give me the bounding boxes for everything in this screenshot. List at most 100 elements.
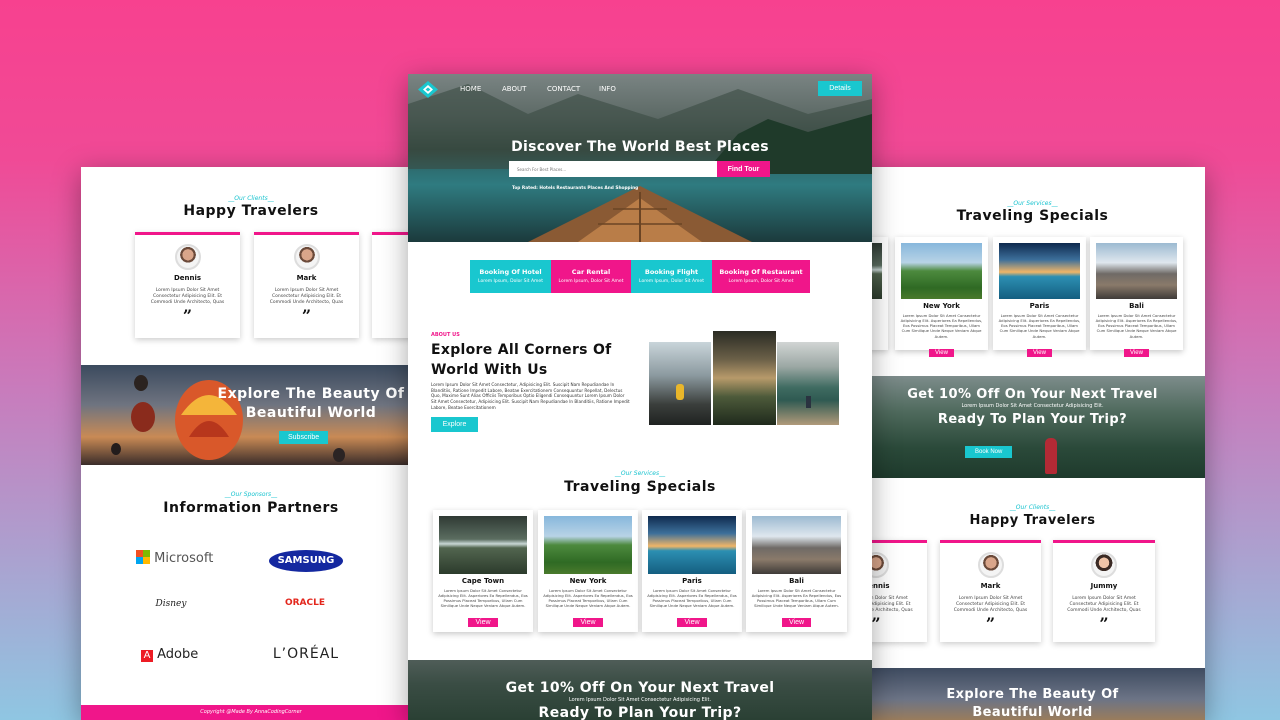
special-text: Lorem Ipsum Dolor Sit Amet Consectetur A… [751,588,842,609]
footer: Copyright @Made By AnnaCodingCorner [81,705,421,720]
client-name: Jummy [1090,582,1118,590]
special-card: Cape Town Lorem Ipsum Dolor Sit Amet Con… [433,510,533,632]
nav-info[interactable]: INFO [599,85,616,93]
nav-about[interactable]: ABOUT [502,85,526,93]
client-text: Lorem Ipsum Dolor Sit Amet Consectetur A… [150,288,225,306]
special-image [901,243,982,299]
special-name: Paris [1029,302,1050,310]
view-button[interactable]: View [781,617,812,627]
special-name: Bali [1129,302,1144,310]
specials-label: __Our Services__ [1007,200,1058,207]
main-page-preview: HOME ABOUT CONTACT INFO Details Discover… [408,74,872,720]
booking-tab-title: Booking Of Hotel [479,268,542,276]
booking-tab-title: Car Rental [571,268,611,276]
offer-banner: Get 10% Off On Your Next Travel Lorem Ip… [408,660,872,720]
about-image-lake [777,342,839,425]
offer-text: Lorem Ipsum Dolor Sit Amet Consectetur A… [961,403,1104,409]
about-text: Lorem Ipsum Dolor Sit Amet Consectetur, … [431,382,630,410]
explore-button[interactable]: Explore [431,417,478,432]
booking-restaurant-tab[interactable]: Booking Of Restaurant Lorem Ipsum, Dolor… [712,260,810,293]
find-tour-button[interactable]: Find Tour [717,161,770,177]
subscribe-button[interactable]: Subscribe [279,431,329,444]
view-button[interactable]: View [1027,348,1052,357]
top-rated-text: Top Rated: Hotels Restaurants Places And… [512,186,639,191]
clients-label: __Our Clients__ [228,195,274,202]
oracle-logo: ORACLE [284,598,326,608]
special-name: Cape Town [461,577,505,585]
partners-title: Information Partners [163,500,339,516]
client-name: Mark [296,274,317,282]
specials-title: Traveling Specials [564,479,716,495]
avatar [1091,552,1117,578]
disney-logo: Disney [155,599,187,609]
special-name: Paris [682,577,702,585]
offer-title2: Ready To Plan Your Trip? [937,412,1128,427]
explore-title-line2: Beautiful World [245,405,377,421]
right-page-preview: __Our Services__ Traveling Specials New … [860,167,1205,720]
loreal-logo: L’ORÉAL [272,646,340,662]
special-image [999,243,1080,299]
left-page-preview: __Our Clients__ Happy Travelers Dennis L… [81,167,421,720]
offer-text: Lorem Ipsum Dolor Sit Amet Consectetur A… [568,697,712,703]
details-button[interactable]: Details [818,81,862,96]
client-text: Lorem Ipsum Dolor Sit Amet Consectetur A… [269,288,344,306]
client-text: Lorem Ipsum Dolor Sit Amet Consectetur A… [953,596,1028,614]
partners-label: __Our Sponsors__ [224,491,278,498]
avatar [293,244,320,270]
client-name: Mark [980,582,1001,590]
about-image-coast [649,342,711,425]
special-card: Bali Lorem Ipsum Dolor Sit Amet Consecte… [746,510,847,632]
special-image [1096,243,1177,299]
quote-icon: ” [301,306,312,326]
hero: HOME ABOUT CONTACT INFO Details Discover… [408,74,872,242]
client-card: Jummy Lorem Ipsum Dolor Sit Amet Consect… [1053,540,1155,642]
book-now-button[interactable]: Book Now [965,446,1013,458]
booking-tab-title: Booking Of Restaurant [719,268,803,276]
quote-icon: ” [985,614,996,634]
booking-tab-text: Lorem Ipsum, Dolor Sit Amet [478,279,543,284]
client-card: Mark Lorem Ipsum Dolor Sit Amet Consecte… [940,540,1041,642]
view-button[interactable]: View [1124,348,1149,357]
car-rental-tab[interactable]: Car Rental Lorem Ipsum, Dolor Sit Amet [551,260,631,293]
special-card: New York Lorem Ipsum Dolor Sit Amet Cons… [895,237,988,357]
special-text: Lorem Ipsum Dolor Sit Amet Consectetur A… [1095,313,1178,339]
view-button[interactable]: View [677,617,707,627]
special-text: Lorem Ipsum Dolor Sit Amet Consectetur A… [543,588,633,609]
client-card: Mark Lorem Ipsum Dolor Sit Amet Consecte… [254,232,359,338]
booking-hotel-tab[interactable]: Booking Of Hotel Lorem Ipsum, Dolor Sit … [470,260,551,293]
special-text: Lorem Ipsum Dolor Sit Amet Consectetur A… [900,313,983,339]
avatar [977,552,1004,578]
microsoft-logo: Microsoft [136,550,216,568]
view-button[interactable]: View [929,348,954,357]
view-button[interactable]: View [573,617,603,627]
nav-contact[interactable]: CONTACT [547,85,580,93]
about-title: Explore All Corners Of World With Us [431,342,612,378]
nav-home[interactable]: HOME [460,85,481,93]
about-image-forest [713,331,776,425]
special-card: Paris Lorem Ipsum Dolor Sit Amet Consect… [993,237,1086,357]
special-name: New York [569,577,607,585]
clients-label: __Our Clients__ [1009,504,1056,511]
client-text: Lorem Ipsum Dolor Sit Amet Consectetur A… [1067,596,1141,614]
offer-banner: Get 10% Off On Your Next Travel Lorem Ip… [860,376,1205,478]
diamond-logo-icon[interactable] [418,81,438,98]
client-name: Dennis [173,274,202,282]
view-button[interactable]: View [468,617,498,627]
special-image [544,516,632,574]
explore-title-line2: Beautiful World [972,705,1093,720]
clients-title: Happy Travelers [969,513,1096,528]
adobe-logo: A Adobe [141,647,211,662]
search-input[interactable] [509,161,717,177]
booking-tab-title: Booking Flight [644,268,699,276]
special-name: Bali [789,577,804,585]
special-image [752,516,841,574]
client-card: Dennis Lorem Ipsum Dolor Sit Amet Consec… [135,232,240,338]
booking-flight-tab[interactable]: Booking Flight Lorem Ipsum, Dolor Sit Am… [631,260,712,293]
booking-tab-text: Lorem Ipsum, Dolor Sit Amet [728,279,794,284]
special-text: Lorem Ipsum Dolor Sit Amet Consectetur A… [438,588,528,609]
explore-title-line1: Explore The Beauty Of [946,687,1119,702]
offer-title: Get 10% Off On Your Next Travel [505,680,775,696]
clients-title: Happy Travelers [183,203,319,219]
special-card: Bali Lorem Ipsum Dolor Sit Amet Consecte… [1090,237,1183,357]
explore-banner: Explore The Beauty Of Beautiful World [860,668,1205,720]
